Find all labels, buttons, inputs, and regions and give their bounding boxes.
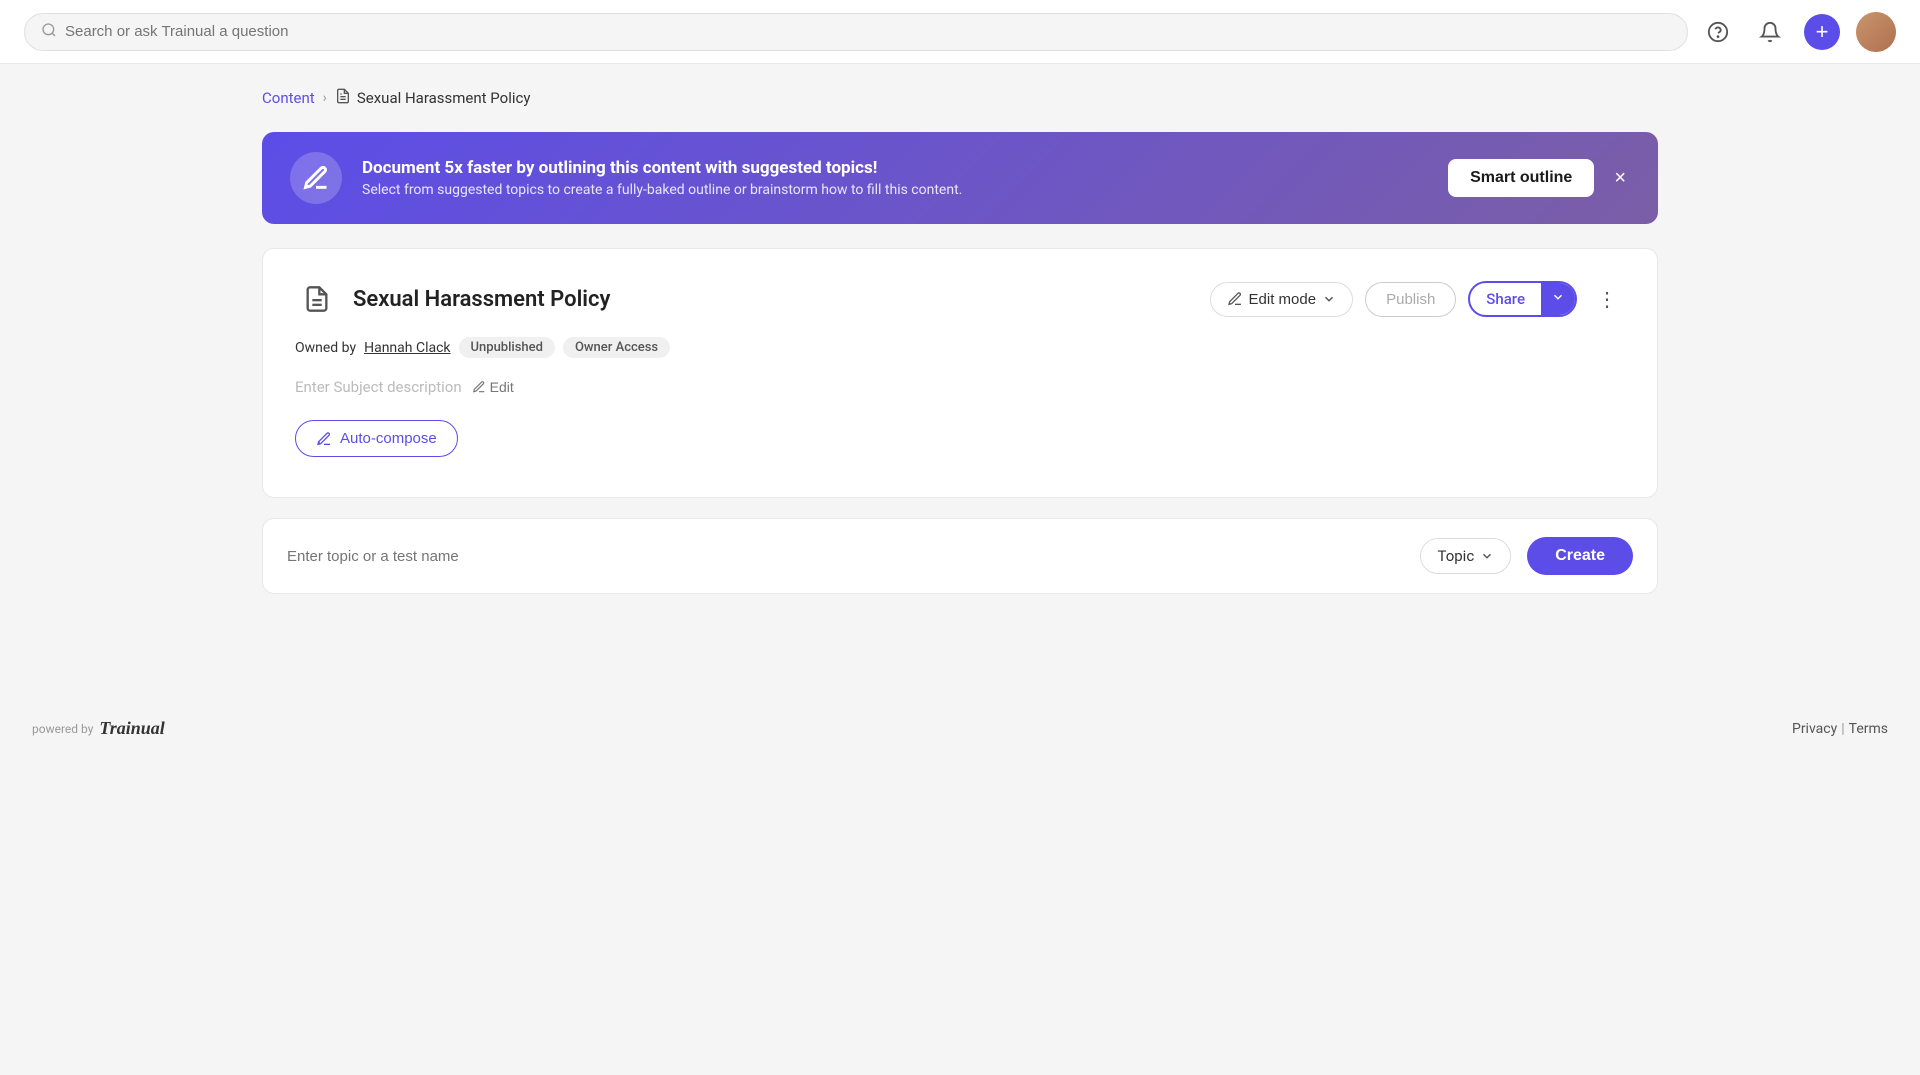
breadcrumb-current-label: Sexual Harassment Policy: [357, 89, 531, 107]
create-button[interactable]: Create: [1527, 537, 1633, 575]
footer-links: Privacy | Terms: [1792, 721, 1888, 737]
add-button[interactable]: +: [1804, 14, 1840, 50]
topic-label: Topic: [1437, 547, 1474, 565]
publish-button[interactable]: Publish: [1365, 282, 1456, 317]
topic-name-input[interactable]: [287, 548, 1404, 565]
search-input[interactable]: [65, 23, 1671, 40]
footer-separator: |: [1841, 721, 1844, 737]
doc-small-icon: [335, 88, 351, 108]
avatar-image: [1856, 12, 1896, 52]
content-card: Sexual Harassment Policy Edit mode Publi…: [262, 248, 1658, 498]
breadcrumb-separator: ›: [323, 90, 327, 106]
auto-compose-button[interactable]: Auto-compose: [295, 420, 458, 457]
owner-link[interactable]: Hannah Clack: [364, 340, 450, 356]
top-navigation: +: [0, 0, 1920, 64]
banner-text: Document 5x faster by outlining this con…: [362, 158, 962, 198]
card-header: Sexual Harassment Policy Edit mode Publi…: [295, 277, 1625, 321]
topic-type-dropdown[interactable]: Topic: [1420, 538, 1511, 574]
edit-label: Edit: [490, 379, 514, 395]
banner-close-button[interactable]: ×: [1610, 164, 1630, 192]
edit-mode-button[interactable]: Edit mode: [1210, 282, 1354, 317]
banner-heading: Document 5x faster by outlining this con…: [362, 158, 962, 178]
search-icon: [41, 22, 57, 42]
more-options-button[interactable]: ⋮: [1589, 283, 1625, 316]
terms-link[interactable]: Terms: [1849, 721, 1888, 737]
footer: powered by Trainual Privacy | Terms: [0, 698, 1920, 759]
smart-outline-button[interactable]: Smart outline: [1448, 159, 1594, 197]
help-button[interactable]: [1700, 14, 1736, 50]
card-title-area: Sexual Harassment Policy: [295, 277, 610, 321]
share-button[interactable]: Share: [1468, 281, 1577, 317]
owner-prefix: Owned by: [295, 340, 356, 356]
share-label: Share: [1470, 283, 1541, 315]
banner-left: Document 5x faster by outlining this con…: [290, 152, 962, 204]
notifications-button[interactable]: [1752, 14, 1788, 50]
breadcrumb-parent-link[interactable]: Content: [262, 89, 315, 107]
card-actions: Edit mode Publish Share ⋮: [1210, 281, 1625, 317]
smart-outline-banner: Document 5x faster by outlining this con…: [262, 132, 1658, 224]
banner-icon: [290, 152, 342, 204]
meta-row: Owned by Hannah Clack Unpublished Owner …: [295, 337, 1625, 358]
breadcrumb-current: Sexual Harassment Policy: [335, 88, 531, 108]
breadcrumb: Content › Sexual Harassment Policy: [262, 88, 1658, 108]
main-content: Content › Sexual Harassment Policy: [230, 64, 1690, 638]
card-doc-icon: [295, 277, 339, 321]
nav-icons: +: [1700, 12, 1896, 52]
avatar[interactable]: [1856, 12, 1896, 52]
edit-mode-label: Edit mode: [1249, 291, 1317, 308]
powered-by: powered by Trainual: [32, 718, 165, 739]
banner-right: Smart outline ×: [1448, 159, 1630, 197]
share-chevron-icon: [1541, 283, 1575, 315]
edit-description-button[interactable]: Edit: [472, 379, 514, 395]
description-row: Enter Subject description Edit: [295, 378, 1625, 396]
unpublished-badge: Unpublished: [459, 337, 555, 358]
owner-access-badge: Owner Access: [563, 337, 670, 358]
add-topic-card: Topic Create: [262, 518, 1658, 594]
search-bar[interactable]: [24, 13, 1688, 51]
powered-by-text: powered by: [32, 722, 93, 736]
trainual-logo: Trainual: [99, 718, 164, 739]
content-title: Sexual Harassment Policy: [353, 287, 610, 312]
description-placeholder: Enter Subject description: [295, 378, 462, 396]
privacy-link[interactable]: Privacy: [1792, 721, 1837, 737]
auto-compose-label: Auto-compose: [340, 430, 437, 447]
banner-subtext: Select from suggested topics to create a…: [362, 182, 962, 198]
